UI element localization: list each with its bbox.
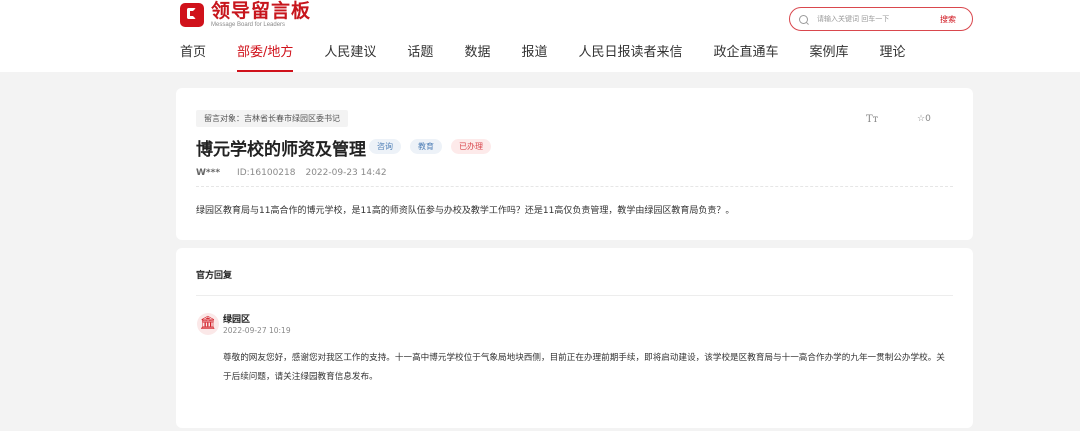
message-datetime: 2022-09-23 14:42 <box>305 168 387 178</box>
reply-date: 2022-09-27 10:19 <box>223 326 291 335</box>
nav-item-ministries-local[interactable]: 部委/地方 <box>237 44 294 72</box>
message-id: ID:16100218 <box>237 168 296 178</box>
building-icon: 🏛 <box>197 313 219 335</box>
tag-consult: 咨询 <box>369 139 401 154</box>
divider <box>196 186 953 187</box>
search-input[interactable] <box>817 15 929 23</box>
reply-card: 官方回复 🏛 绿园区 2022-09-27 10:19 尊敬的网友您好，感谢您对… <box>176 248 973 428</box>
nav-item-case-library[interactable]: 案例库 <box>810 44 849 72</box>
search-button[interactable]: 搜索 <box>940 14 956 25</box>
nav-item-reports[interactable]: 报道 <box>521 44 547 72</box>
nav-item-reader-letters[interactable]: 人民日报读者来信 <box>578 44 682 72</box>
nav-item-suggestions[interactable]: 人民建议 <box>324 44 376 72</box>
site-logo[interactable]: 领导留言板 Message Board for Leaders <box>180 2 311 28</box>
nav-item-topics[interactable]: 话题 <box>407 44 433 72</box>
nav-item-data[interactable]: 数据 <box>464 44 490 72</box>
message-content: 绿园区教育局与11高合作的博元学校，是11高的师资队伍参与办校及教学工作吗？还是… <box>196 206 735 216</box>
nav-item-enterprise[interactable]: 政企直通车 <box>713 44 778 72</box>
reply-department: 绿园区 <box>223 315 251 325</box>
logo-title: 领导留言板 <box>211 0 312 22</box>
search-box: 搜索 <box>789 7 973 31</box>
logo-subtitle: Message Board for Leaders <box>211 22 286 28</box>
nav-item-theory[interactable]: 理论 <box>880 44 906 72</box>
message-title: 博元学校的师资及管理 <box>196 140 366 160</box>
reply-heading: 官方回复 <box>196 271 233 281</box>
message-tags: 咨询 教育 已办理 <box>369 139 500 154</box>
nav-item-home[interactable]: 首页 <box>180 44 206 72</box>
divider <box>196 295 953 296</box>
main-nav: 首页 部委/地方 人民建议 话题 数据 报道 人民日报读者来信 政企直通车 案例… <box>180 44 937 72</box>
font-size-icon[interactable]: Tт <box>866 114 878 125</box>
top-header: 领导留言板 Message Board for Leaders 搜索 首页 部委… <box>0 0 1080 72</box>
search-icon <box>799 14 808 24</box>
message-meta: W*** ID:16100218 2022-09-23 14:42 <box>196 168 387 178</box>
logo-mark-icon <box>180 3 204 27</box>
message-user: W*** <box>196 168 221 178</box>
message-target: 留言对象：吉林省长春市绿园区委书记 <box>196 110 348 127</box>
status-badge: 已办理 <box>451 139 491 154</box>
tag-education: 教育 <box>410 139 442 154</box>
reply-text: 尊敬的网友您好，感谢您对我区工作的支持。十一高中博元学校位于气象局地块西侧，目前… <box>223 353 945 382</box>
favorite-star-button[interactable]: ☆0 <box>917 114 931 124</box>
message-card: 留言对象：吉林省长春市绿园区委书记 Tт ☆0 博元学校的师资及管理 咨询 教育… <box>176 88 973 240</box>
